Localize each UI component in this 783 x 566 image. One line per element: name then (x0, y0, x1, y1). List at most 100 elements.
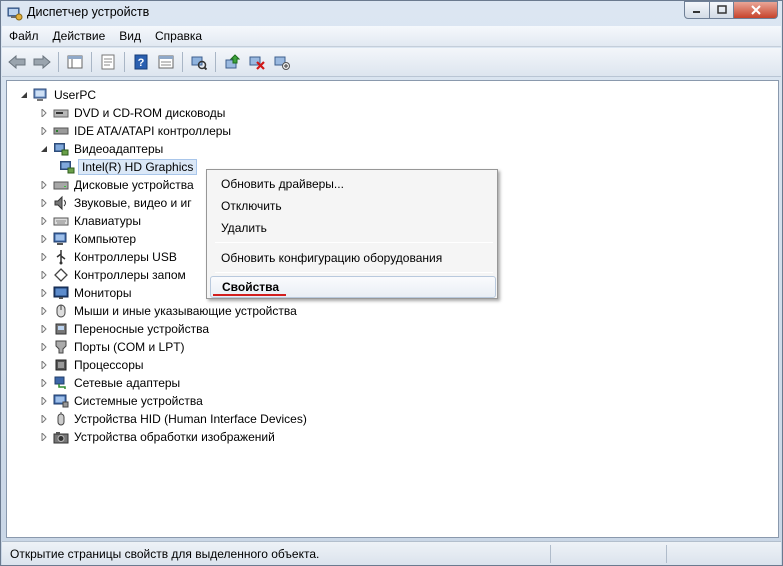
context-menu: Обновить драйверы... Отключить Удалить О… (206, 169, 498, 299)
collapsed-arrow-icon[interactable] (39, 378, 49, 388)
context-item-label: Отключить (221, 199, 282, 213)
tree-item-label: IDE ATA/ATAPI контроллеры (74, 124, 232, 138)
collapsed-arrow-icon[interactable] (39, 126, 49, 136)
tree-item-selected[interactable]: Intel(R) HD Graphics (59, 158, 198, 176)
collapsed-arrow-icon[interactable] (39, 342, 49, 352)
context-disable[interactable]: Отключить (207, 195, 497, 217)
collapsed-arrow-icon[interactable] (39, 252, 49, 262)
tree-root-label: UserPC (54, 88, 97, 102)
expanded-arrow-icon[interactable] (19, 90, 29, 100)
menu-bar: Файл Действие Вид Справка (2, 26, 781, 47)
tree-item-label: Системные устройства (74, 394, 203, 408)
tree-item[interactable]: Контроллеры USB (39, 248, 179, 266)
tree-item[interactable]: Контроллеры запом (39, 266, 188, 284)
scan-hardware-icon (191, 56, 207, 70)
ide-controller-icon (53, 123, 69, 139)
collapsed-arrow-icon[interactable] (39, 216, 49, 226)
context-update-drivers[interactable]: Обновить драйверы... (207, 173, 497, 195)
collapsed-arrow-icon[interactable] (39, 288, 49, 298)
collapsed-arrow-icon[interactable] (39, 234, 49, 244)
tree-item[interactable]: Сетевые адаптеры (39, 374, 182, 392)
show-hide-tree-button[interactable] (64, 51, 86, 73)
context-uninstall[interactable]: Удалить (207, 217, 497, 239)
status-separator (550, 545, 551, 563)
tree-item[interactable]: Системные устройства (39, 392, 205, 410)
forward-icon (33, 55, 51, 69)
tree-root[interactable]: UserPC (19, 86, 98, 104)
minimize-button[interactable] (684, 1, 710, 19)
tree-item[interactable]: Мыши и иные указывающие устройства (39, 302, 299, 320)
expanded-arrow-icon[interactable] (39, 144, 49, 154)
tree-item-label: Устройства обработки изображений (74, 430, 275, 444)
display-adapter-icon (59, 159, 75, 175)
menu-help[interactable]: Справка (148, 26, 209, 46)
properties-list-icon (67, 55, 83, 69)
dvd-drive-icon (53, 105, 69, 121)
scan-hardware-button[interactable] (188, 51, 210, 73)
title-bar[interactable]: Диспетчер устройств (1, 1, 782, 25)
tree-item[interactable]: IDE ATA/ATAPI контроллеры (39, 122, 233, 140)
device-manager-window: Диспетчер устройств Файл Действие Вид Сп… (0, 0, 783, 566)
menu-view[interactable]: Вид (112, 26, 148, 46)
tree-item-label: Дисковые устройства (74, 178, 194, 192)
collapsed-arrow-icon[interactable] (39, 270, 49, 280)
tree-item-label: Сетевые адаптеры (74, 376, 181, 390)
view-button[interactable] (155, 51, 177, 73)
mouse-icon (53, 303, 69, 319)
menu-action[interactable]: Действие (46, 26, 113, 46)
computer-icon (53, 231, 69, 247)
tree-item[interactable]: Видеоадаптеры (39, 140, 165, 158)
disable-button[interactable] (271, 51, 293, 73)
menu-file[interactable]: Файл (2, 26, 46, 46)
tree-item[interactable]: Процессоры (39, 356, 146, 374)
tree-item[interactable]: Компьютер (39, 230, 138, 248)
sound-icon (53, 195, 69, 211)
back-button[interactable] (6, 51, 28, 73)
tree-item-label: Контроллеры USB (74, 250, 177, 264)
tree-item[interactable]: Мониторы (39, 284, 133, 302)
tree-item[interactable]: Клавиатуры (39, 212, 143, 230)
context-item-label: Обновить конфигурацию оборудования (221, 251, 443, 265)
collapsed-arrow-icon[interactable] (39, 432, 49, 442)
toolbar: ? (2, 48, 781, 77)
port-icon (53, 339, 69, 355)
tree-item[interactable]: Устройства HID (Human Interface Devices) (39, 410, 309, 428)
computer-icon (33, 87, 49, 103)
collapsed-arrow-icon[interactable] (39, 108, 49, 118)
properties-button[interactable] (97, 51, 119, 73)
forward-button[interactable] (31, 51, 53, 73)
tree-item-label: Контроллеры запом (74, 268, 186, 282)
tree-item[interactable]: Звуковые, видео и иг (39, 194, 194, 212)
tree-item[interactable]: Устройства обработки изображений (39, 428, 277, 446)
context-item-label: Удалить (221, 221, 267, 235)
collapsed-arrow-icon[interactable] (39, 324, 49, 334)
context-scan-hardware[interactable]: Обновить конфигурацию оборудования (207, 247, 497, 269)
close-button[interactable] (734, 1, 778, 19)
tree-item[interactable]: Переносные устройства (39, 320, 211, 338)
annotation-underline (213, 294, 286, 296)
collapsed-arrow-icon[interactable] (39, 414, 49, 424)
tree-item[interactable]: Порты (COM и LPT) (39, 338, 187, 356)
hid-icon (53, 411, 69, 427)
help-button[interactable]: ? (130, 51, 152, 73)
system-device-icon (53, 393, 69, 409)
status-separator (666, 545, 667, 563)
collapsed-arrow-icon[interactable] (39, 180, 49, 190)
status-text: Открытие страницы свойств для выделенног… (10, 547, 320, 561)
collapsed-arrow-icon[interactable] (39, 198, 49, 208)
tree-item[interactable]: Дисковые устройства (39, 176, 196, 194)
context-separator (215, 272, 493, 273)
tree-item-label: Звуковые, видео и иг (74, 196, 192, 210)
collapsed-arrow-icon[interactable] (39, 396, 49, 406)
disable-icon (274, 56, 290, 70)
toolbar-separator (58, 52, 59, 72)
toolbar-separator (124, 52, 125, 72)
tree-item[interactable]: DVD и CD-ROM дисководы (39, 104, 227, 122)
uninstall-button[interactable] (246, 51, 268, 73)
collapsed-arrow-icon[interactable] (39, 306, 49, 316)
update-driver-icon (225, 54, 240, 69)
update-driver-button[interactable] (221, 51, 243, 73)
device-tree-panel[interactable]: UserPC DVD и CD-ROM дисководы IDE ATA/AT… (6, 80, 779, 538)
collapsed-arrow-icon[interactable] (39, 360, 49, 370)
maximize-button[interactable] (710, 1, 734, 19)
